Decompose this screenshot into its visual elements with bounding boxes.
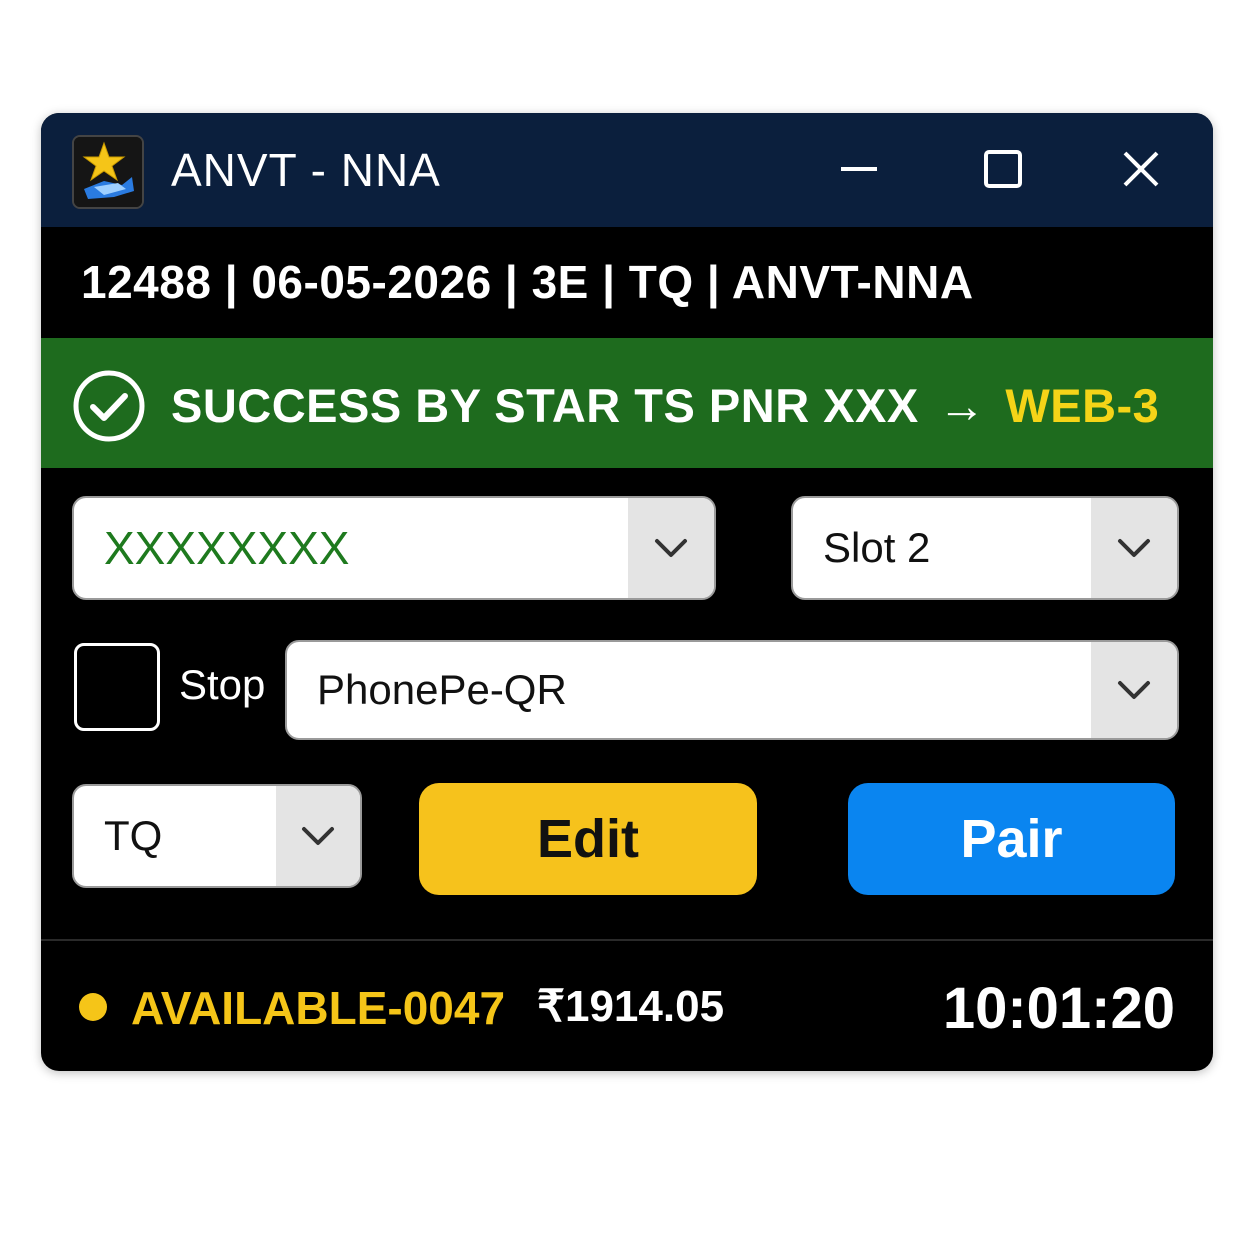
account-value: XXXXXXXX	[104, 522, 350, 574]
account-dropdown-button[interactable]	[628, 498, 714, 598]
chevron-down-icon	[1118, 681, 1150, 699]
edit-button[interactable]: Edit	[419, 783, 757, 895]
status-dot-icon	[79, 993, 107, 1021]
window-title: ANVT - NNA	[171, 144, 441, 196]
availability-status: AVAILABLE-0047	[131, 982, 506, 1034]
chevron-down-icon	[1118, 539, 1150, 557]
banner-text: SUCCESS BY STAR TS PNR XXX	[171, 379, 919, 432]
chevron-down-icon	[302, 827, 334, 845]
clock-time: 10:01:20	[942, 976, 1175, 1041]
stop-checkbox[interactable]	[74, 643, 160, 731]
quota-value: TQ	[104, 812, 163, 859]
quota-select[interactable]: TQ	[72, 784, 362, 888]
train-info: 12488 | 06-05-2026 | 3E | TQ | ANVT-NNA	[81, 256, 974, 308]
app-window: ANVT - NNA 12488 | 06-05-2026 | 3E | TQ …	[41, 113, 1213, 1071]
slot-value: Slot 2	[823, 524, 931, 571]
maximize-button[interactable]	[975, 141, 1031, 197]
banner-target: WEB-3	[1005, 379, 1160, 432]
slot-dropdown-button[interactable]	[1091, 498, 1177, 598]
star-train-app-icon	[72, 135, 144, 209]
banner-message: SUCCESS BY STAR TS PNR XXX → WEB-3	[171, 378, 1159, 433]
divider	[41, 939, 1213, 941]
minimize-button[interactable]	[831, 141, 887, 197]
slot-select[interactable]: Slot 2	[791, 496, 1179, 600]
close-icon	[1123, 151, 1159, 187]
payment-method-value: PhonePe-QR	[317, 666, 567, 713]
stop-label: Stop	[179, 661, 266, 708]
pair-button[interactable]: Pair	[848, 783, 1175, 895]
success-banner: SUCCESS BY STAR TS PNR XXX → WEB-3	[41, 338, 1213, 468]
chevron-down-icon	[655, 539, 687, 557]
account-select[interactable]: XXXXXXXX	[72, 496, 716, 600]
quota-dropdown-button[interactable]	[276, 786, 360, 886]
maximize-icon	[984, 150, 1022, 188]
minimize-icon	[841, 167, 877, 171]
fare-amount: ₹1914.05	[537, 982, 725, 1031]
arrow-right-icon: →	[938, 379, 986, 432]
check-circle-icon	[73, 370, 145, 442]
payment-dropdown-button[interactable]	[1091, 642, 1177, 738]
payment-method-select[interactable]: PhonePe-QR	[285, 640, 1179, 740]
title-bar[interactable]: ANVT - NNA	[41, 113, 1213, 227]
close-button[interactable]	[1113, 141, 1169, 197]
